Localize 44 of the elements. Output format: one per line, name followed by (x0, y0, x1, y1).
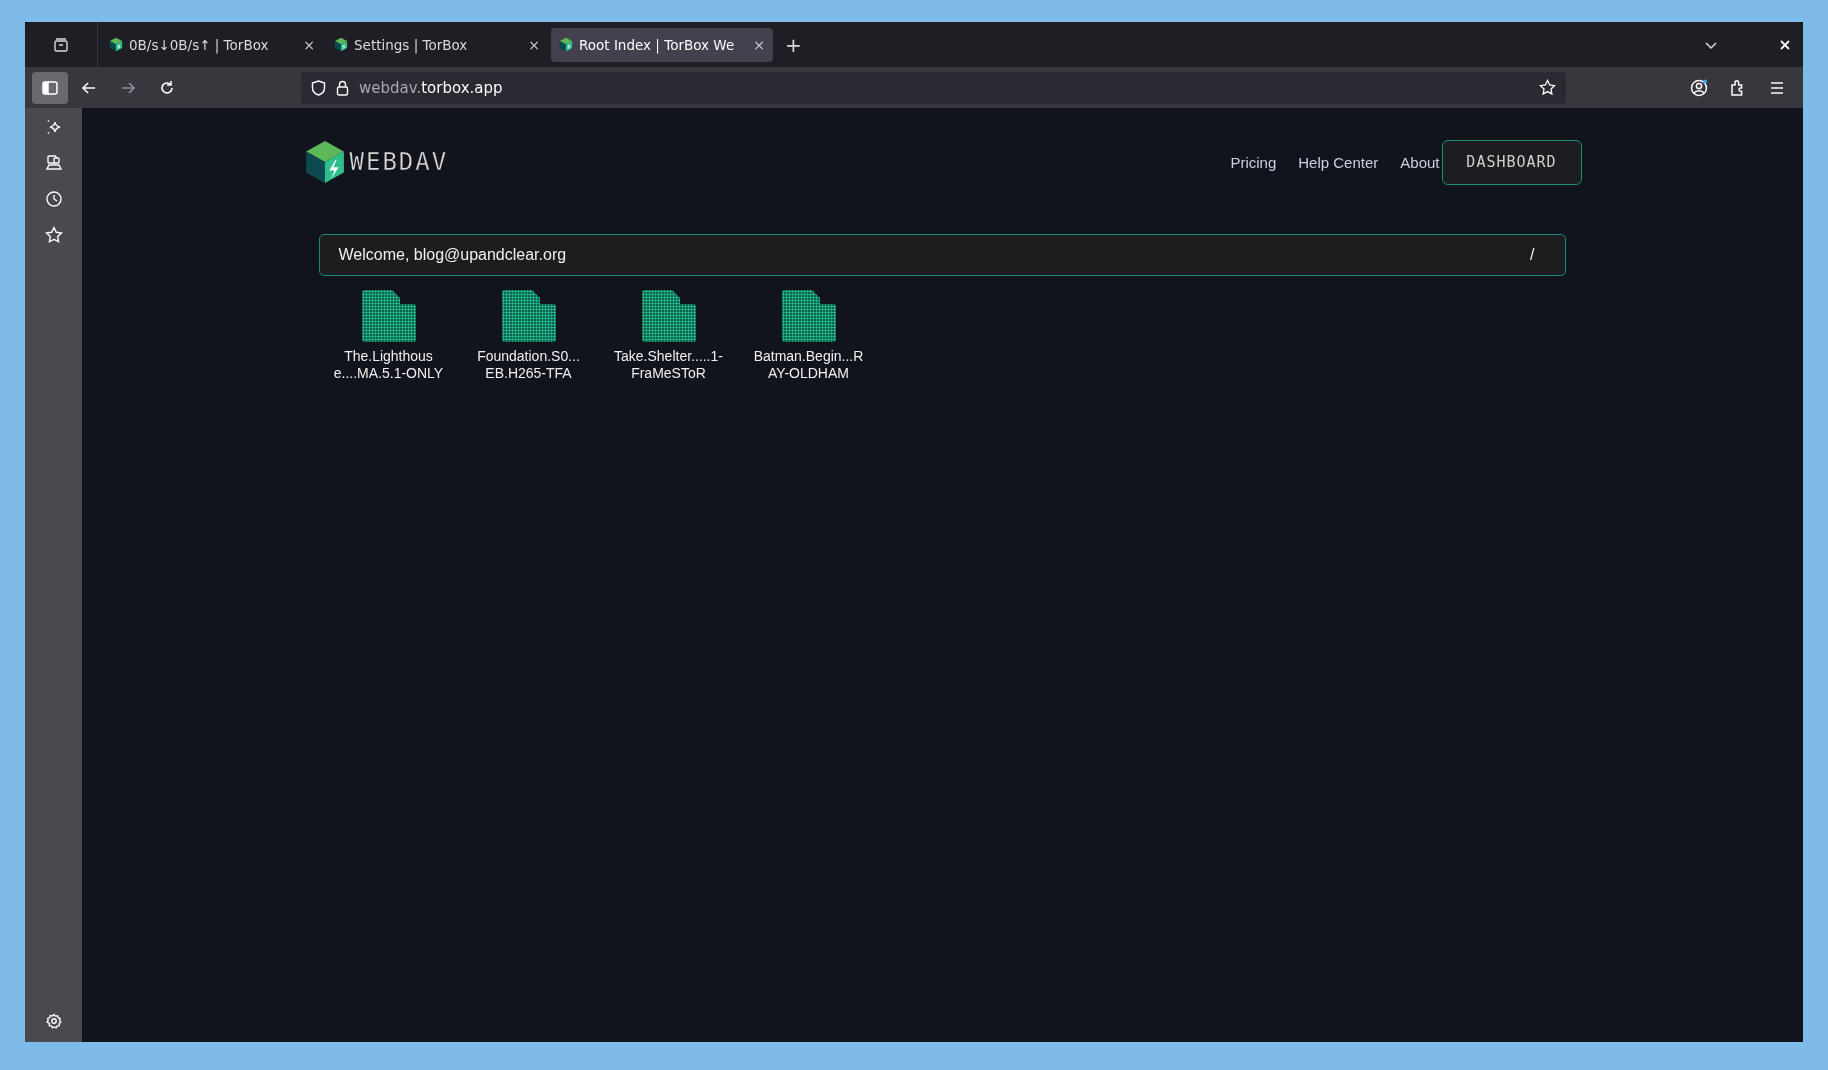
new-tab-button[interactable]: + (785, 32, 802, 57)
folder-name[interactable]: The.Lighthouse....MA.5.1-ONLY (333, 348, 444, 382)
close-icon[interactable] (1779, 38, 1791, 51)
logo-text: WEBDAV (349, 148, 449, 176)
clock-icon[interactable] (44, 190, 63, 208)
dashboard-button[interactable]: DASHBOARD (1441, 139, 1582, 185)
favicon-icon (334, 37, 348, 52)
close-tab-button[interactable]: × (753, 36, 765, 53)
browser-tab[interactable]: 0B/s↓0B/s↑ | TorBox × (101, 27, 323, 62)
devices-icon[interactable] (44, 154, 63, 172)
menu-icon[interactable] (1769, 80, 1785, 95)
nav-link[interactable]: About (1400, 153, 1440, 171)
folder-icon[interactable] (361, 290, 416, 342)
folder-name[interactable]: Take.Shelter.....1-FraMeSToR (613, 348, 724, 382)
favicon-icon (109, 37, 123, 52)
path-text: / (1530, 246, 1535, 264)
favicon-icon (559, 37, 573, 52)
close-tab-button[interactable]: × (303, 36, 315, 53)
sidebar-toggle-button[interactable] (32, 71, 68, 104)
address-bar[interactable]: webdav.torbox.app (301, 71, 1566, 104)
nav-link[interactable]: Pricing (1230, 153, 1277, 171)
folder-name[interactable]: Foundation.S0...EB.H265-TFA (473, 348, 584, 382)
browser-tab[interactable]: Root Index | TorBox We × (551, 27, 773, 62)
star-icon[interactable] (1539, 79, 1556, 96)
settings-icon[interactable] (45, 1013, 62, 1029)
sidebar-icon (42, 80, 58, 95)
folder-name[interactable]: Batman.Begin...RAY-OLDHAM (753, 348, 864, 382)
tab-list-icon[interactable] (53, 36, 69, 53)
back-icon[interactable] (81, 79, 97, 96)
close-tab-button[interactable]: × (528, 36, 540, 53)
url-text: webdav.torbox.app (359, 78, 503, 97)
shield-icon[interactable] (311, 79, 326, 96)
nav-link[interactable]: Help Center (1298, 153, 1379, 171)
folder-icon[interactable] (501, 290, 556, 342)
folder-icon[interactable] (781, 290, 836, 342)
reload-icon[interactable] (159, 79, 175, 96)
folder-icon[interactable] (641, 290, 696, 342)
lock-icon[interactable] (336, 79, 349, 96)
logo-icon (303, 138, 346, 186)
welcome-text: Welcome, blog@upandclear.org (338, 246, 567, 264)
forward-icon[interactable] (120, 79, 136, 96)
account-icon[interactable] (1689, 77, 1709, 98)
browser-tab[interactable]: Settings | TorBox × (326, 27, 548, 62)
star-icon[interactable] (44, 226, 63, 244)
